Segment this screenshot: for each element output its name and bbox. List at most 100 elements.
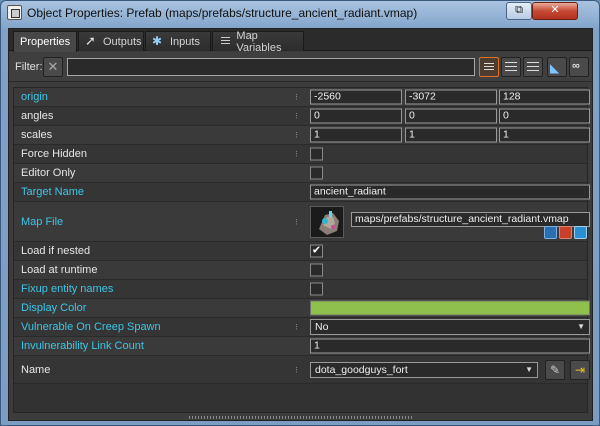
pin-icon[interactable]: [295, 129, 301, 141]
tab-inputs-label: Inputs: [170, 35, 200, 48]
list-view-toggle[interactable]: [479, 57, 499, 77]
load-at-runtime-checkbox[interactable]: [310, 263, 323, 277]
property-row-invulnerability-link-count: Invulnerability Link Count 1: [14, 337, 590, 356]
tab-outputs[interactable]: Outputs: [78, 31, 144, 51]
property-grid: origin -2560 -3072 128 angles 0 0 0 scal…: [13, 87, 590, 413]
tab-properties[interactable]: Properties: [13, 31, 77, 52]
load-if-nested-checkbox[interactable]: ✔: [310, 244, 323, 258]
tab-inputs[interactable]: Inputs: [145, 31, 211, 51]
scales-z-field[interactable]: 1: [499, 127, 590, 143]
go-to-entity-icon: ⇥: [574, 362, 586, 377]
filter-input[interactable]: [67, 58, 475, 76]
list-icon: [484, 63, 494, 72]
property-label-scales: scales: [21, 129, 53, 141]
angles-pitch-field[interactable]: 0: [310, 108, 402, 124]
tab-map-variables[interactable]: Map Variables: [212, 29, 304, 54]
scales-y-field[interactable]: 1: [405, 127, 497, 143]
vulnerable-on-creep-spawn-select[interactable]: No ▼: [310, 319, 590, 335]
property-label-fixup-entity-names: Fixup entity names: [21, 283, 114, 295]
select-entity-button[interactable]: ◣: [547, 57, 567, 77]
property-label-angles: angles: [21, 110, 54, 122]
property-row-name: Name dota_goodguys_fort ▼ ✎ ⇥: [14, 356, 590, 384]
outputs-arrow-icon: [85, 33, 99, 49]
target-name-field[interactable]: ancient_radiant: [310, 184, 590, 200]
property-label-load-if-nested: Load if nested: [21, 245, 91, 257]
window-title: Object Properties: Prefab (maps/prefabs/…: [27, 6, 418, 20]
property-label-invulnerability-link-count: Invulnerability Link Count: [21, 340, 144, 352]
property-label-name: Name: [21, 363, 51, 376]
edit-map-icon[interactable]: [574, 226, 587, 239]
tab-outputs-label: Outputs: [103, 35, 142, 48]
grouped-view-toggle[interactable]: [501, 57, 521, 77]
pin-icon[interactable]: [295, 321, 301, 333]
property-label-force-hidden: Force Hidden: [21, 148, 88, 160]
restore-button[interactable]: ⧉: [506, 2, 532, 20]
inputs-icon: [152, 34, 166, 48]
map-file-thumbnail: [310, 206, 344, 238]
property-label-vulnerable-on-creep-spawn: Vulnerable On Creep Spawn: [21, 321, 161, 333]
property-row-origin: origin -2560 -3072 128: [14, 88, 590, 107]
grouped-list-icon: [505, 62, 517, 73]
chevron-down-icon: ▼: [577, 322, 585, 331]
pin-icon[interactable]: [295, 110, 301, 122]
title-bar[interactable]: Object Properties: Prefab (maps/prefabs/…: [1, 1, 599, 25]
link-icon: ∞: [572, 60, 580, 72]
map-variables-icon: [219, 36, 232, 48]
display-color-swatch[interactable]: [310, 300, 590, 316]
eyedropper-icon: ✎: [549, 362, 561, 377]
map-preview-image: [311, 207, 343, 237]
name-value: dota_goodguys_fort: [315, 363, 408, 376]
property-row-angles: angles 0 0 0: [14, 107, 590, 126]
property-row-scales: scales 1 1 1: [14, 126, 590, 145]
fixup-entity-names-checkbox[interactable]: [310, 282, 323, 296]
editor-only-checkbox[interactable]: [310, 166, 323, 180]
property-row-target-name: Target Name ancient_radiant: [14, 183, 590, 202]
tab-properties-label: Properties: [20, 36, 71, 48]
filter-clear-button[interactable]: ✕: [43, 57, 63, 77]
origin-z-field[interactable]: 128: [499, 89, 590, 105]
property-label-target-name: Target Name: [21, 186, 84, 198]
property-row-vulnerable-on-creep-spawn: Vulnerable On Creep Spawn No ▼: [14, 318, 590, 337]
object-properties-window: Object Properties: Prefab (maps/prefabs/…: [0, 0, 600, 426]
pin-icon[interactable]: [295, 148, 301, 160]
property-row-load-if-nested: Load if nested ✔: [14, 242, 587, 261]
sorted-list-icon: [527, 62, 539, 73]
property-label-origin: origin: [21, 91, 48, 103]
property-row-editor-only: Editor Only: [14, 164, 587, 183]
name-select[interactable]: dota_goodguys_fort ▼: [310, 361, 538, 378]
angles-yaw-field[interactable]: 0: [405, 108, 497, 124]
property-label-map-file: Map File: [21, 215, 64, 228]
property-label-load-at-runtime: Load at runtime: [21, 264, 98, 276]
force-hidden-checkbox[interactable]: [310, 147, 323, 161]
tab-bar: Properties Outputs Inputs Map Variables: [9, 29, 592, 54]
scales-x-field[interactable]: 1: [310, 127, 402, 143]
map-file-path-field[interactable]: maps/prefabs/structure_ancient_radiant.v…: [351, 212, 590, 227]
chevron-down-icon: ▼: [525, 364, 533, 374]
pin-icon[interactable]: [295, 216, 301, 228]
sorted-view-toggle[interactable]: [523, 57, 543, 77]
angles-roll-field[interactable]: 0: [499, 108, 590, 124]
property-label-editor-only: Editor Only: [21, 167, 76, 179]
link-button[interactable]: ∞: [569, 57, 589, 77]
pin-icon[interactable]: [295, 91, 301, 103]
origin-x-field[interactable]: -2560: [310, 89, 402, 105]
window-app-icon: [7, 5, 22, 20]
close-button[interactable]: ✕: [532, 2, 578, 20]
property-row-display-color: Display Color: [14, 299, 590, 318]
tab-map-variables-label: Map Variables: [236, 29, 282, 54]
go-to-entity-button[interactable]: ⇥: [570, 359, 590, 380]
origin-y-field[interactable]: -3072: [405, 89, 497, 105]
browse-map-icon[interactable]: [544, 226, 557, 239]
eyedropper-button[interactable]: ✎: [545, 359, 565, 380]
property-row-force-hidden: Force Hidden: [14, 145, 587, 164]
invulnerability-link-count-field[interactable]: 1: [310, 338, 590, 354]
pin-icon[interactable]: [295, 364, 301, 376]
property-row-map-file: Map File maps/prefabs/structure_ancient_…: [14, 202, 590, 242]
property-row-load-at-runtime: Load at runtime: [14, 261, 587, 280]
resize-grip[interactable]: [189, 416, 414, 419]
vulnerable-on-creep-spawn-value: No: [315, 321, 329, 333]
open-map-icon[interactable]: [559, 226, 572, 239]
filter-label: Filter:: [15, 61, 43, 73]
property-row-fixup-entity-names: Fixup entity names: [14, 280, 587, 299]
properties-panel: Properties Outputs Inputs Map Variables …: [8, 28, 593, 421]
